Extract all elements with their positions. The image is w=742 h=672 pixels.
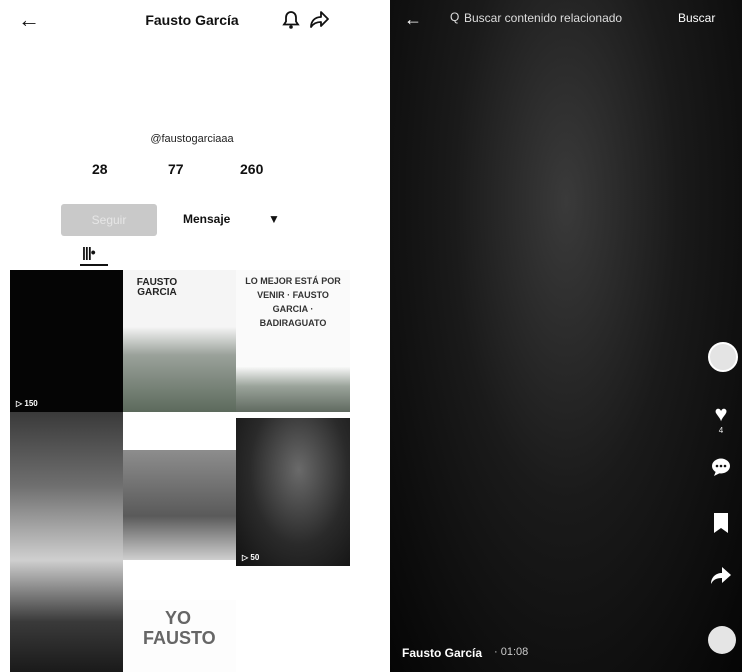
bookmark-icon bbox=[706, 512, 736, 539]
active-tab-indicator bbox=[80, 264, 108, 266]
video-thumbnail[interactable]: LO MEJOR ESTÁ POR VENIR · FAUSTO GARCIA … bbox=[236, 270, 350, 412]
save-button[interactable] bbox=[706, 512, 736, 539]
following-count[interactable]: 28 bbox=[92, 161, 108, 177]
video-thumbnail[interactable]: ▷ 150 bbox=[10, 270, 123, 412]
search-button[interactable]: Buscar bbox=[678, 11, 715, 25]
message-button[interactable]: Mensaje bbox=[183, 212, 230, 226]
video-frame[interactable] bbox=[390, 0, 742, 672]
bell-icon[interactable] bbox=[282, 10, 300, 34]
music-disc-icon[interactable] bbox=[708, 626, 736, 654]
video-grid: ▷ 150 FAUSTO GARCIA LO MEJOR ESTÁ POR VE… bbox=[10, 270, 350, 672]
share-button[interactable] bbox=[706, 566, 736, 591]
heart-icon: ♥ bbox=[714, 401, 728, 426]
share-icon bbox=[706, 566, 736, 591]
video-author[interactable]: Fausto García bbox=[402, 646, 482, 660]
followers-count[interactable]: 77 bbox=[168, 161, 184, 177]
play-count: ▷ 150 bbox=[16, 399, 38, 408]
video-thumbnail[interactable] bbox=[123, 450, 236, 560]
likes-count: 4 bbox=[718, 426, 724, 435]
follow-button[interactable]: Seguir bbox=[61, 204, 157, 236]
tab-videos-grid[interactable]: |||• bbox=[82, 244, 96, 260]
video-timestamp: · 01:08 bbox=[494, 646, 529, 658]
back-arrow-icon[interactable]: ← bbox=[404, 9, 422, 30]
video-thumbnail[interactable] bbox=[10, 560, 123, 672]
video-thumbnail[interactable] bbox=[10, 412, 123, 560]
share-icon[interactable] bbox=[310, 10, 330, 32]
thumbnail-caption: FAUSTO GARCIA bbox=[136, 277, 178, 298]
likes-count[interactable]: 260 bbox=[240, 161, 263, 177]
thumbnail-caption: LO MEJOR ESTÁ POR VENIR · FAUSTO GARCIA … bbox=[245, 276, 341, 328]
video-player-panel: ← Q Buscar contenido relacionado Buscar … bbox=[390, 0, 742, 672]
search-input[interactable]: Buscar contenido relacionado bbox=[464, 11, 622, 25]
search-bar: ← Q Buscar contenido relacionado Buscar bbox=[390, 0, 742, 40]
thumbnail-caption: YO FAUSTO bbox=[143, 608, 216, 648]
comment-button[interactable] bbox=[706, 456, 736, 483]
like-button[interactable]: ♥ 4 bbox=[706, 401, 736, 436]
play-count: ▷ 50 bbox=[242, 553, 260, 562]
video-thumbnail[interactable]: YO FAUSTO bbox=[123, 600, 236, 672]
profile-panel: ← Fausto García @faustogarciaaa 28 77 26… bbox=[0, 0, 384, 672]
profile-handle: @faustogarciaaa bbox=[150, 133, 234, 145]
comment-icon bbox=[706, 456, 736, 483]
creator-avatar[interactable] bbox=[708, 342, 738, 372]
search-icon: Q bbox=[450, 10, 460, 24]
chevron-down-icon[interactable]: ▼ bbox=[268, 212, 280, 226]
video-thumbnail[interactable]: ▷ 50 bbox=[236, 418, 350, 566]
video-thumbnail[interactable]: FAUSTO GARCIA bbox=[123, 270, 236, 412]
